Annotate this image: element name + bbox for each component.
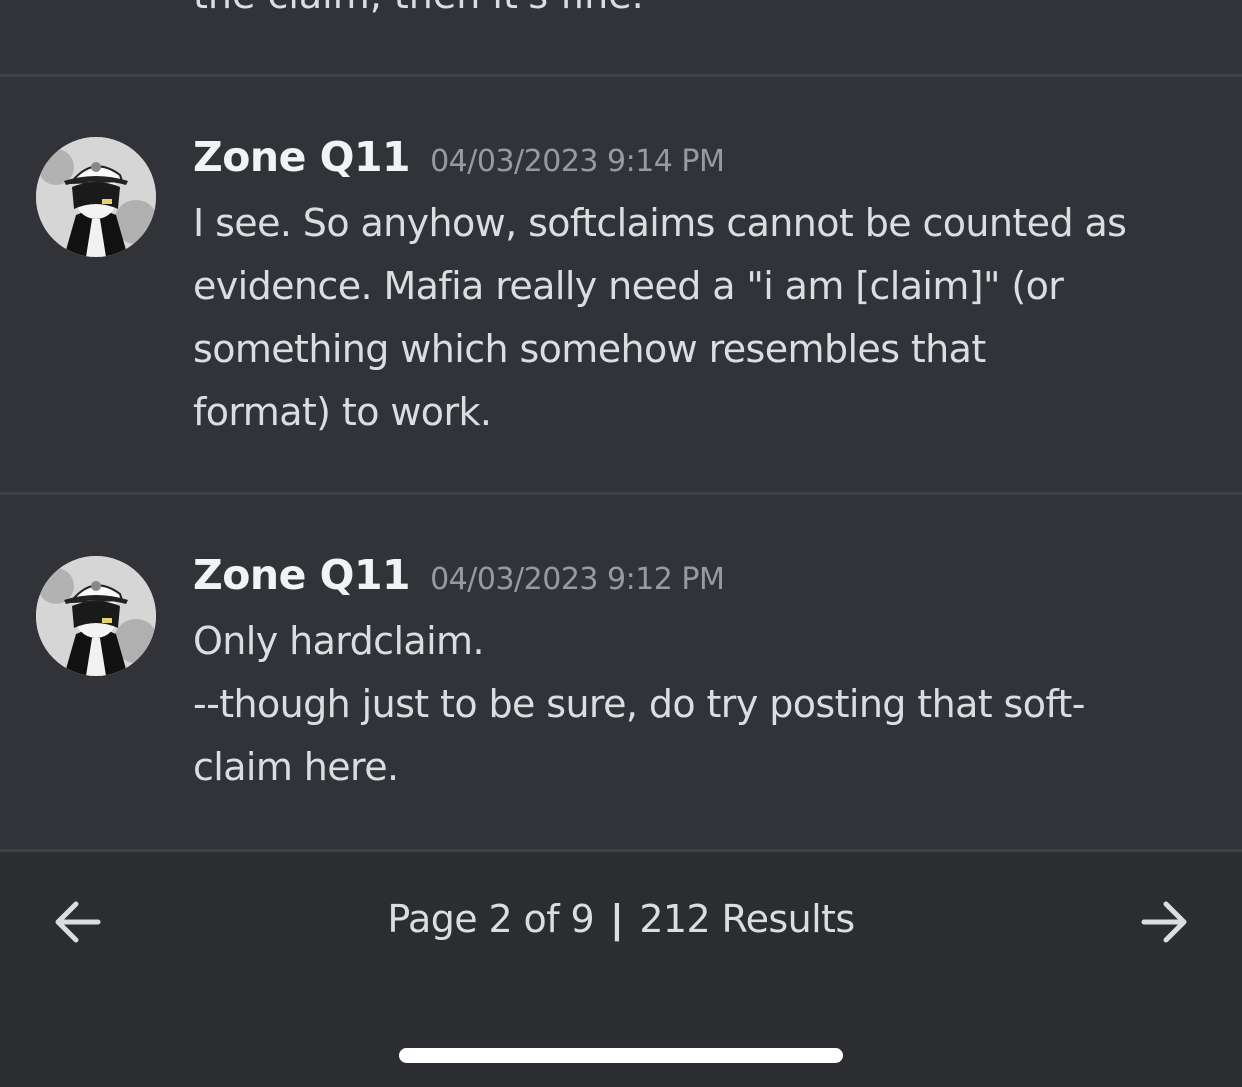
message-header: Zone Q11 04/03/2023 9:14 PM bbox=[193, 133, 725, 181]
message-line: format) to work. bbox=[193, 390, 492, 434]
avatar-image bbox=[36, 137, 156, 257]
message-line: Only hardclaim. bbox=[193, 619, 485, 663]
search-result-message[interactable]: Zone Q11 04/03/2023 9:14 PM I see. So any… bbox=[0, 77, 1242, 493]
pagination-bar: Page 2 of 9 | 212 Results bbox=[0, 852, 1242, 992]
message-content: Only hardclaim. --though just to be sure… bbox=[193, 610, 1223, 799]
timestamp: 04/03/2023 9:12 PM bbox=[430, 562, 725, 597]
search-result-message[interactable]: Zone Q11 04/03/2023 9:12 PM Only hardclai… bbox=[0, 495, 1242, 849]
pagination-status: Page 2 of 9 | 212 Results bbox=[0, 894, 1242, 944]
avatar[interactable] bbox=[36, 137, 156, 257]
previous-message-text: the claim, then it's fine. bbox=[193, 0, 644, 18]
avatar[interactable] bbox=[36, 556, 156, 676]
timestamp: 04/03/2023 9:14 PM bbox=[430, 144, 725, 179]
avatar-image bbox=[36, 556, 156, 676]
message-line: --though just to be sure, do try posting… bbox=[193, 682, 1086, 726]
next-page-button[interactable] bbox=[1136, 894, 1192, 950]
message-line: claim here. bbox=[193, 745, 399, 789]
pagination-separator: | bbox=[610, 897, 624, 941]
username[interactable]: Zone Q11 bbox=[193, 551, 411, 599]
message-line: something which somehow resembles that bbox=[193, 327, 986, 371]
page-indicator: Page 2 of 9 bbox=[387, 897, 595, 941]
results-count: 212 Results bbox=[639, 897, 855, 941]
home-indicator[interactable] bbox=[399, 1048, 843, 1063]
username[interactable]: Zone Q11 bbox=[193, 133, 411, 181]
arrow-right-icon bbox=[1141, 901, 1187, 943]
message-line: I see. So anyhow, softclaims cannot be c… bbox=[193, 201, 1127, 245]
search-results-list: the claim, then it's fine. Zone Q11 04/03… bbox=[0, 0, 1242, 852]
message-header: Zone Q11 04/03/2023 9:12 PM bbox=[193, 551, 725, 599]
message-line: evidence. Mafia really need a "i am [cla… bbox=[193, 264, 1064, 308]
message-content: I see. So anyhow, softclaims cannot be c… bbox=[193, 192, 1223, 444]
